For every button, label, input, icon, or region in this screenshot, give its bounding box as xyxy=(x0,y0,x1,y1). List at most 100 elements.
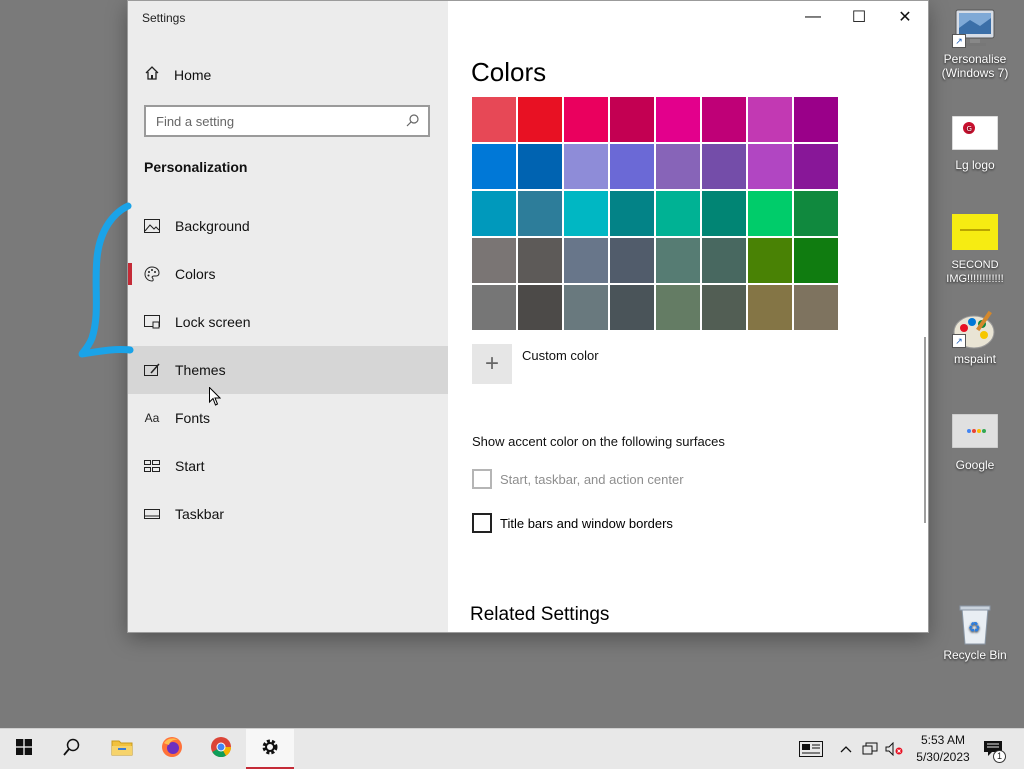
checkbox-box[interactable] xyxy=(472,513,492,533)
maximize-button[interactable]: ☐ xyxy=(836,1,882,33)
taskbar-search-button[interactable] xyxy=(48,729,96,769)
color-swatch[interactable] xyxy=(610,238,654,283)
color-swatch[interactable] xyxy=(656,285,700,330)
clock[interactable]: 5:53 AM 5/30/2023 xyxy=(908,732,978,766)
color-swatch[interactable] xyxy=(748,238,792,283)
close-button[interactable]: ✕ xyxy=(882,1,928,33)
sidebar-item-colors[interactable]: Colors xyxy=(128,250,448,298)
blue-annotation-stroke xyxy=(78,202,134,358)
window-title: Settings xyxy=(142,11,186,25)
search-icon xyxy=(63,738,81,761)
desktop-icon-personalise[interactable]: ↗ Personalise (Windows 7) xyxy=(935,8,1015,80)
news-widget-icon[interactable] xyxy=(796,729,826,769)
home-link[interactable]: Home xyxy=(144,65,211,84)
color-swatch[interactable] xyxy=(702,285,746,330)
color-swatch[interactable] xyxy=(702,97,746,142)
scrollbar[interactable] xyxy=(924,337,926,523)
color-swatch[interactable] xyxy=(564,285,608,330)
chevron-up-icon[interactable] xyxy=(836,729,856,769)
search-box[interactable] xyxy=(144,105,430,137)
sidebar-item-label: Background xyxy=(175,218,250,234)
color-swatch[interactable] xyxy=(564,97,608,142)
color-swatch[interactable] xyxy=(656,97,700,142)
color-swatch[interactable] xyxy=(472,144,516,189)
checkbox-label: Title bars and window borders xyxy=(500,515,673,531)
sidebar-item-themes[interactable]: Themes xyxy=(128,346,448,394)
sidebar-item-label: Taskbar xyxy=(175,506,225,522)
color-swatch[interactable] xyxy=(702,144,746,189)
color-swatch[interactable] xyxy=(472,97,516,142)
color-swatch[interactable] xyxy=(748,97,792,142)
color-swatch[interactable] xyxy=(472,238,516,283)
fonts-icon: Aa xyxy=(144,411,160,425)
taskbar: 5:53 AM 5/30/2023 1 xyxy=(0,728,1024,769)
plus-icon: + xyxy=(472,344,512,384)
sidebar-item-lock-screen[interactable]: Lock screen xyxy=(128,298,448,346)
search-icon[interactable] xyxy=(406,113,420,130)
notification-center-icon[interactable]: 1 xyxy=(978,729,1008,769)
network-icon[interactable] xyxy=(860,729,880,769)
start-taskbar-checkbox[interactable]: Start, taskbar, and action center xyxy=(472,469,684,489)
sidebar-item-background[interactable]: Background xyxy=(128,202,448,250)
minimize-button[interactable]: — xyxy=(790,1,836,33)
color-swatch[interactable] xyxy=(748,285,792,330)
color-swatch[interactable] xyxy=(748,191,792,236)
yellow-image-icon xyxy=(952,214,998,254)
color-swatch[interactable] xyxy=(656,238,700,283)
image-icon xyxy=(144,218,160,234)
taskbar-settings[interactable] xyxy=(246,729,294,769)
search-input[interactable] xyxy=(146,112,398,130)
firefox-icon xyxy=(161,736,183,763)
color-swatch[interactable] xyxy=(610,144,654,189)
chrome-icon xyxy=(210,736,232,763)
color-swatch[interactable] xyxy=(794,144,838,189)
desktop-icon-google[interactable]: Google xyxy=(935,413,1015,472)
sidebar-item-label: Lock screen xyxy=(175,314,251,330)
color-swatch[interactable] xyxy=(794,97,838,142)
nav-list: Background Colors Lock screen Themes Aa … xyxy=(128,202,448,538)
color-swatch[interactable] xyxy=(610,285,654,330)
color-swatch[interactable] xyxy=(794,285,838,330)
sidebar-item-label: Themes xyxy=(175,362,226,378)
desktop-icon-recycle-bin[interactable]: ♻ Recycle Bin xyxy=(935,604,1015,662)
custom-color-button[interactable]: + Custom color xyxy=(472,344,599,384)
color-swatch[interactable] xyxy=(518,238,562,283)
title-bars-checkbox[interactable]: Title bars and window borders xyxy=(472,513,673,533)
checkbox-label: Start, taskbar, and action center xyxy=(500,471,684,487)
sidebar-item-label: Fonts xyxy=(175,410,211,426)
desktop-icon-mspaint[interactable]: ↗ mspaint xyxy=(935,308,1015,366)
palette-paint-icon: ↗ xyxy=(952,308,998,349)
color-swatch[interactable] xyxy=(702,238,746,283)
desktop-icon-second-img[interactable]: SECOND IMG!!!!!!!!!!!! xyxy=(935,214,1015,286)
color-swatch[interactable] xyxy=(518,191,562,236)
volume-muted-icon[interactable] xyxy=(884,729,904,769)
taskbar-chrome[interactable] xyxy=(197,729,245,769)
color-swatch[interactable] xyxy=(656,144,700,189)
color-swatch[interactable] xyxy=(748,144,792,189)
color-swatch[interactable] xyxy=(564,144,608,189)
sidebar-item-taskbar[interactable]: Taskbar xyxy=(128,490,448,538)
color-swatch[interactable] xyxy=(794,191,838,236)
settings-window: Settings Home Personalization Background xyxy=(128,1,928,632)
checkbox-box[interactable] xyxy=(472,469,492,489)
color-swatch[interactable] xyxy=(564,238,608,283)
sidebar-item-start[interactable]: Start xyxy=(128,442,448,490)
palette-icon xyxy=(144,266,160,282)
color-swatch[interactable] xyxy=(518,97,562,142)
color-swatch[interactable] xyxy=(610,97,654,142)
color-swatch[interactable] xyxy=(794,238,838,283)
color-swatch[interactable] xyxy=(518,144,562,189)
svg-text:♻: ♻ xyxy=(968,620,981,636)
color-swatch[interactable] xyxy=(564,191,608,236)
color-swatch[interactable] xyxy=(656,191,700,236)
taskbar-file-explorer[interactable] xyxy=(98,729,146,769)
color-swatch[interactable] xyxy=(610,191,654,236)
desktop-icon-lg-logo[interactable]: G Lg logo xyxy=(935,115,1015,172)
color-swatch[interactable] xyxy=(518,285,562,330)
color-swatch[interactable] xyxy=(472,285,516,330)
start-button[interactable] xyxy=(0,729,48,769)
color-swatch[interactable] xyxy=(702,191,746,236)
color-swatch[interactable] xyxy=(472,191,516,236)
sidebar-item-fonts[interactable]: Aa Fonts xyxy=(128,394,448,442)
taskbar-firefox[interactable] xyxy=(148,729,196,769)
